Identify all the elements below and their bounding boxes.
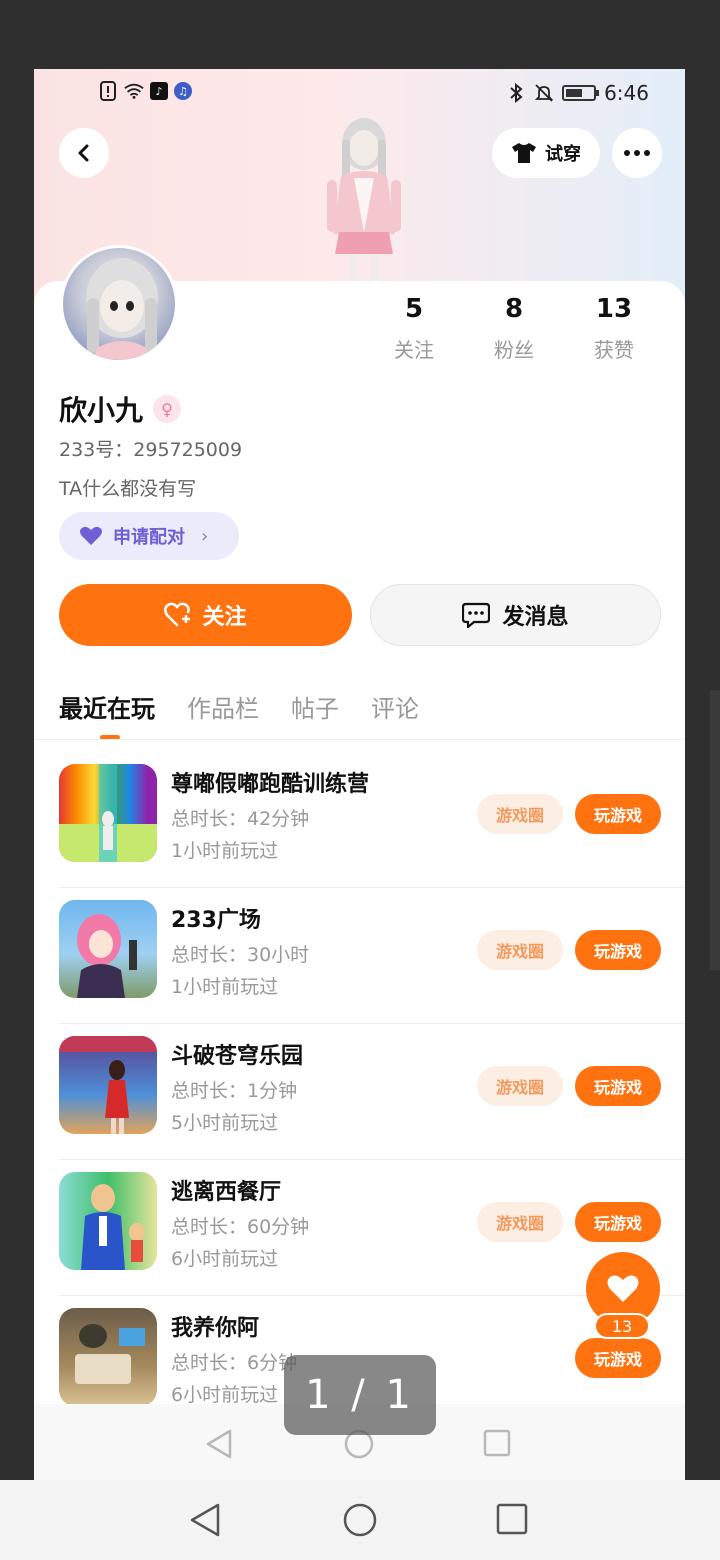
heart-plus-icon [164,602,191,627]
chat-bubble-icon [462,602,491,628]
stat-followers[interactable]: 8 粉丝 [464,294,564,363]
battery-icon [562,85,600,101]
sim-alert-icon [98,81,118,101]
request-match-label: 申请配对 [113,527,185,548]
heart-pair-icon [80,526,102,545]
stat-likes[interactable]: 13 获赞 [564,294,664,363]
profile-tabs: 最近在玩 作品栏 帖子 评论 [59,689,419,740]
game-duration: 总时长：6分钟 [171,1352,298,1374]
profile-name: 欣小九 [59,394,144,427]
list-item[interactable]: 斗破苍穹乐园 总时长：1分钟 5小时前玩过 游戏圈 玩游戏 [59,1024,685,1160]
system-recents-icon[interactable] [495,1502,529,1536]
play-game-button[interactable]: 玩游戏 [575,1202,661,1242]
heart-icon [607,1275,639,1302]
game-last-played: 1小时前玩过 [171,840,279,862]
game-title: 233广场 [171,908,261,933]
app-screen: ♪ ♫ 6:46 试穿 5 关注 8 粉丝 13 获赞 欣小九 ♀ 233号：2… [34,69,685,1480]
mute-icon [534,83,554,103]
profile-bio: TA什么都没有写 [59,478,197,500]
stat-value: 5 [404,294,424,324]
profile-uid[interactable]: 233号：295725009 [59,435,242,462]
game-thumbnail[interactable] [59,1308,157,1406]
chevron-right-icon: › [201,525,209,547]
game-circle-button[interactable]: 游戏圈 [477,794,563,834]
game-thumbnail[interactable] [59,764,157,862]
female-gender-icon: ♀ [153,395,182,423]
game-last-played: 5小时前玩过 [171,1112,279,1134]
stat-label: 粉丝 [494,338,534,362]
tshirt-icon [512,143,536,163]
tabs-divider [34,739,685,740]
tiktok-icon: ♪ [150,82,168,100]
game-duration: 总时长：30小时 [171,944,310,966]
play-game-button[interactable]: 玩游戏 [575,1066,661,1106]
play-game-button[interactable]: 玩游戏 [575,1338,661,1378]
stat-value: 8 [504,294,524,324]
game-last-played: 6小时前玩过 [171,1384,279,1406]
tab-recently-played[interactable]: 最近在玩 [59,689,155,740]
recents-square-icon[interactable] [482,1428,512,1458]
game-duration: 总时长：42分钟 [171,808,310,830]
page-indicator: 1 / 1 [284,1355,436,1435]
game-title: 尊嘟假嘟跑酷训练营 [171,772,370,797]
back-triangle-icon[interactable] [204,1428,234,1460]
music-icon: ♫ [174,82,192,100]
recent-games-list: 尊嘟假嘟跑酷训练营 总时长：42分钟 1小时前玩过 游戏圈 玩游戏 233广场 … [34,752,685,1432]
profile-stats: 5 关注 8 粉丝 13 获赞 [364,294,664,363]
tab-posts[interactable]: 帖子 [291,689,339,724]
game-last-played: 6小时前玩过 [171,1248,279,1270]
more-dots-icon [624,150,650,156]
system-navigation-bar [0,1480,720,1560]
back-button[interactable] [59,128,109,178]
status-time: 6:46 [604,81,649,105]
follow-button[interactable]: 关注 [59,584,352,646]
tab-comments[interactable]: 评论 [371,689,419,724]
game-circle-button[interactable]: 游戏圈 [477,1066,563,1106]
stat-value: 13 [595,294,633,324]
profile-name-row: 欣小九 ♀ [59,389,182,429]
game-circle-button[interactable]: 游戏圈 [477,930,563,970]
avatar[interactable] [60,245,178,363]
stat-label: 关注 [394,338,434,362]
game-title: 逃离西餐厅 [171,1180,282,1205]
system-back-icon[interactable] [188,1502,222,1538]
play-game-button[interactable]: 玩游戏 [575,930,661,970]
game-thumbnail[interactable] [59,900,157,998]
tab-works[interactable]: 作品栏 [187,689,259,724]
game-thumbnail[interactable] [59,1172,157,1270]
like-count-badge: 13 [594,1313,650,1339]
game-circle-button[interactable]: 游戏圈 [477,1202,563,1242]
more-button[interactable] [612,128,662,178]
side-edge-bar [710,690,720,970]
send-message-label: 发消息 [502,605,569,630]
game-title: 斗破苍穹乐园 [171,1044,304,1069]
stat-label: 获赞 [594,338,634,362]
game-duration: 总时长：60分钟 [171,1216,310,1238]
game-title: 我养你阿 [171,1316,260,1341]
try-on-label: 试穿 [545,144,581,165]
system-home-icon[interactable] [342,1502,378,1538]
chevron-left-icon [78,144,89,162]
request-match-button[interactable]: 申请配对 › [59,512,239,560]
follow-label: 关注 [202,605,247,630]
bluetooth-icon [506,83,526,103]
list-item[interactable]: 尊嘟假嘟跑酷训练营 总时长：42分钟 1小时前玩过 游戏圈 玩游戏 [59,752,685,888]
game-last-played: 1小时前玩过 [171,976,279,998]
list-item[interactable]: 233广场 总时长：30小时 1小时前玩过 游戏圈 玩游戏 [59,888,685,1024]
stat-following[interactable]: 5 关注 [364,294,464,363]
wifi-icon [124,81,144,101]
try-on-button[interactable]: 试穿 [492,128,600,178]
send-message-button[interactable]: 发消息 [370,584,661,646]
game-duration: 总时长：1分钟 [171,1080,298,1102]
status-bar: ♪ ♫ 6:46 [34,81,685,109]
game-thumbnail[interactable] [59,1036,157,1134]
avatar-3d-figure[interactable] [309,114,419,284]
play-game-button[interactable]: 玩游戏 [575,794,661,834]
